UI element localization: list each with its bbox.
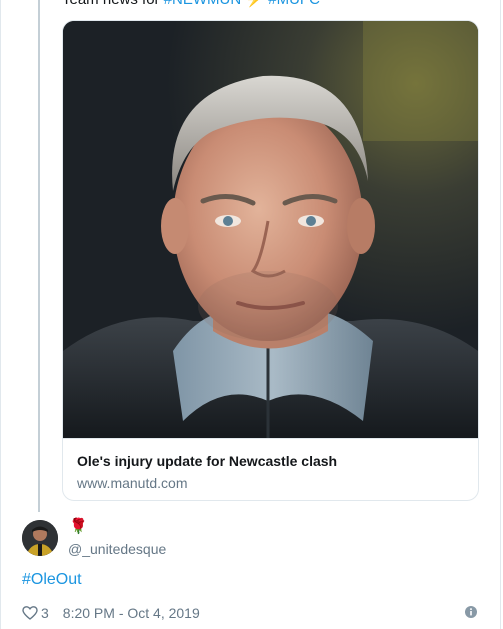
display-name-rose-emoji[interactable]: 🌹 bbox=[69, 518, 88, 536]
hashtag-mufc-link[interactable]: #MUFC bbox=[268, 0, 320, 8]
user-avatar[interactable] bbox=[22, 520, 58, 556]
quoted-tweet-text: Team news for #NEWMUN ⚡ #MUFC bbox=[62, 0, 320, 9]
link-preview-card[interactable]: Ole's injury update for Newcastle clash … bbox=[62, 20, 479, 501]
like-count: 3 bbox=[41, 605, 49, 621]
article-thumbnail-image[interactable] bbox=[63, 21, 478, 438]
link-card-domain: www.manutd.com bbox=[77, 475, 188, 491]
tweet-meta-row: 3 8:20 PM - Oct 4, 2019 bbox=[22, 604, 200, 622]
quoted-text-prefix: Team news for bbox=[62, 0, 164, 8]
tweet-hashtag-link[interactable]: #OleOut bbox=[22, 571, 82, 589]
tweet-timestamp[interactable]: 8:20 PM - Oct 4, 2019 bbox=[63, 605, 200, 621]
lightning-bolt-icon: ⚡ bbox=[245, 0, 264, 8]
link-card-title[interactable]: Ole's injury update for Newcastle clash bbox=[77, 453, 337, 469]
hashtag-newmun-link[interactable]: #NEWMUN bbox=[164, 0, 242, 8]
heart-outline-icon[interactable] bbox=[22, 605, 38, 621]
user-handle[interactable]: @_unitedesque bbox=[68, 541, 166, 557]
portrait-photo bbox=[63, 21, 478, 438]
link-card-body[interactable]: Ole's injury update for Newcastle clash … bbox=[63, 438, 478, 500]
tweet-embed-frame: Team news for #NEWMUN ⚡ #MUFC bbox=[0, 0, 501, 629]
thread-connector-line bbox=[38, 0, 40, 512]
avatar-image bbox=[22, 520, 58, 556]
info-icon[interactable] bbox=[464, 605, 478, 619]
